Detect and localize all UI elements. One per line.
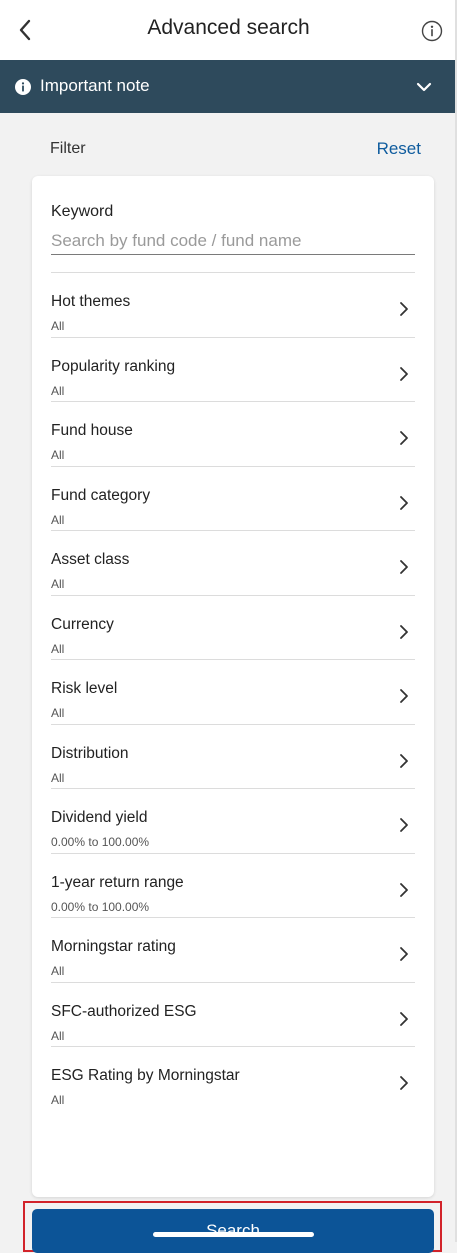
reset-link[interactable]: Reset: [377, 139, 421, 159]
home-indicator: [153, 1232, 314, 1237]
filter-row[interactable]: Fund house All: [51, 402, 415, 467]
chevron-right-icon: [400, 753, 408, 768]
filter-row[interactable]: Morningstar rating All: [51, 918, 415, 983]
filter-row-value: All: [51, 319, 65, 333]
filter-row[interactable]: Hot themes All: [51, 273, 415, 338]
filter-row[interactable]: Fund category All: [51, 467, 415, 531]
filter-row-title: Hot themes: [51, 293, 131, 310]
filter-row[interactable]: SFC-authorized ESG All: [51, 983, 415, 1047]
filter-row-value: 0.00% to 100.00%: [51, 835, 150, 849]
chevron-right-icon: [400, 1011, 408, 1026]
page-title: Advanced search: [147, 16, 310, 39]
filter-row-value: All: [51, 706, 65, 720]
filter-row-value: All: [51, 1093, 65, 1107]
keyword-label: Keyword: [51, 203, 114, 220]
chevron-right-icon: [400, 818, 408, 832]
filter-row-title: Popularity ranking: [51, 357, 176, 375]
filter-row[interactable]: Risk level All: [51, 660, 415, 725]
filter-row[interactable]: ESG Rating by Morningstar All: [51, 1047, 415, 1112]
filter-row-title: Currency: [51, 615, 114, 633]
chevron-right-icon: [400, 302, 408, 316]
filter-row[interactable]: Currency All: [51, 596, 415, 660]
filter-row-value: All: [51, 770, 65, 785]
filter-row-title: Fund house: [51, 422, 133, 439]
filter-label: Filter: [50, 140, 86, 157]
chevron-right-icon: [400, 431, 408, 445]
filter-row-value: All: [51, 641, 65, 656]
filter-row-title: Risk level: [51, 680, 118, 697]
filter-row[interactable]: Distribution All: [51, 725, 415, 789]
filter-row-title: Dividend yield: [51, 809, 148, 826]
search-button[interactable]: Search: [32, 1209, 434, 1253]
chevron-right-icon: [400, 882, 408, 897]
keyword-search-input[interactable]: [51, 228, 415, 255]
filter-row-title: Asset class: [51, 551, 130, 568]
filter-row-title: Morningstar rating: [51, 938, 176, 955]
chevron-down-icon[interactable]: [415, 78, 433, 96]
filter-row-value: All: [51, 512, 65, 527]
chevron-right-icon: [400, 689, 408, 703]
top-bar: Advanced search: [0, 0, 457, 60]
filter-row-value: All: [51, 964, 65, 978]
important-note-bar[interactable]: Important note: [0, 60, 457, 113]
filter-row[interactable]: Popularity ranking All: [51, 338, 415, 402]
filter-row-title: SFC-authorized ESG: [51, 1002, 197, 1020]
chevron-right-icon: [400, 366, 408, 381]
filter-row-title: Fund category: [51, 486, 151, 504]
filter-list: Hot themes All Popularity ranking All Fund h…: [51, 273, 415, 1112]
info-filled-icon: [15, 79, 31, 95]
chevron-right-icon: [400, 560, 408, 574]
chevron-right-icon: [400, 1076, 408, 1090]
info-circle-icon[interactable]: [421, 20, 443, 42]
chevron-right-icon: [400, 947, 408, 961]
filter-card: Keyword Hot themes All Popularity ranking A…: [32, 176, 434, 1197]
filter-row-title: 1-year return range: [51, 873, 184, 891]
filter-row[interactable]: 1-year return range 0.00% to 100.00%: [51, 854, 415, 918]
filter-row-title: ESG Rating by Morningstar: [51, 1067, 240, 1084]
filter-row-value: 0.00% to 100.00%: [51, 899, 150, 914]
filter-row[interactable]: Asset class All: [51, 531, 415, 596]
filter-row-value: All: [51, 448, 65, 462]
filter-row-value: All: [51, 577, 65, 591]
important-note-label: Important note: [40, 76, 150, 95]
filter-row-value: All: [51, 383, 65, 398]
filter-row[interactable]: Dividend yield 0.00% to 100.00%: [51, 789, 415, 854]
filter-row-value: All: [51, 1028, 65, 1043]
chevron-right-icon: [400, 495, 408, 510]
filter-row-title: Distribution: [51, 744, 129, 762]
chevron-right-icon: [400, 624, 408, 639]
